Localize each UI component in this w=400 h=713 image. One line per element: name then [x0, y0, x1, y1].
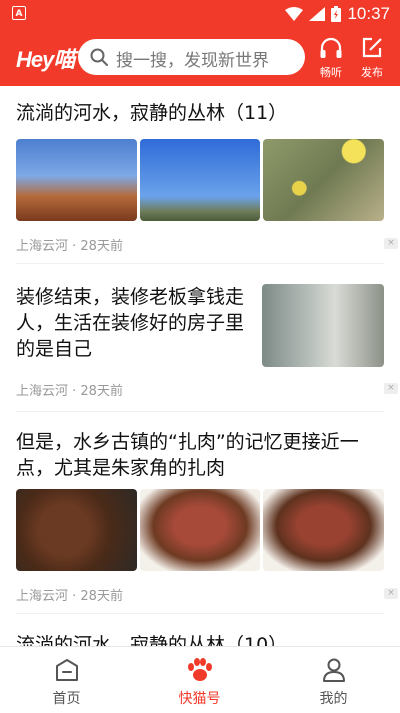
feed-item[interactable]: 流淌的河水，寂静的丛林（11）	[16, 100, 384, 126]
tab-kuaimao[interactable]: 快猫号	[133, 647, 266, 713]
paw-icon	[187, 658, 212, 681]
feed-image-sky[interactable]	[140, 139, 260, 221]
person-icon	[322, 658, 345, 682]
dismiss-button[interactable]: ×	[384, 588, 398, 599]
tab-home[interactable]: 首页	[0, 647, 133, 713]
dismiss-button[interactable]: ×	[384, 238, 398, 249]
search-icon	[90, 48, 108, 66]
feed-image-flowers[interactable]	[263, 139, 384, 221]
clock: 10:37	[347, 4, 390, 23]
feed-item[interactable]: 流淌的河水，寂静的丛林（10）	[16, 632, 384, 646]
search-input[interactable]: 搜一搜，发现新世界	[78, 39, 305, 75]
publish-button[interactable]: 发布	[354, 37, 390, 79]
divider	[16, 613, 384, 614]
news-feed[interactable]: 流淌的河水，寂静的丛林（11） 上海云河 · 28天前 × 装修结束，装修老板拿…	[0, 86, 400, 646]
feed-image-zharou[interactable]	[140, 489, 260, 571]
feed-image-meat-plate[interactable]	[16, 489, 137, 571]
home-icon	[55, 659, 78, 681]
bottom-tab-bar: 首页 快猫号 我的	[0, 646, 400, 713]
feed-image-zharou-2[interactable]	[263, 489, 384, 571]
divider	[16, 411, 384, 412]
dismiss-button[interactable]: ×	[384, 383, 398, 394]
wifi-icon	[285, 7, 304, 21]
tab-me-label: 我的	[319, 691, 348, 707]
feed-item-meta: 上海云河 · 28天前	[16, 589, 123, 604]
feed-item-title: 但是，水乡古镇的“扎肉”的记忆更接近一点，尤其是朱家角的扎肉	[16, 431, 359, 479]
listen-button[interactable]: 畅听	[313, 37, 349, 79]
tab-home-label: 首页	[52, 691, 81, 707]
listen-label: 畅听	[320, 66, 342, 79]
tab-kuaimao-label: 快猫号	[178, 691, 221, 707]
feed-item-meta: 上海云河 · 28天前	[16, 384, 123, 399]
feed-image-tree-sky[interactable]	[16, 139, 137, 221]
battery-icon	[331, 6, 342, 22]
feed-image-kitchen[interactable]	[262, 284, 384, 367]
signal-icon	[309, 7, 326, 21]
status-bar: A 10:37	[0, 0, 400, 28]
feed-item-title: 流淌的河水，寂静的丛林（10）	[16, 634, 288, 646]
notification-icon: A	[12, 6, 26, 20]
app-header: Hey喵 搜一搜，发现新世界 畅听 发布	[0, 28, 400, 86]
divider	[16, 263, 384, 264]
app-logo: Hey喵	[16, 47, 75, 72]
tab-me[interactable]: 我的	[267, 647, 400, 713]
feed-item-title: 装修结束，装修老板拿钱走人，生活在装修好的房子里的是自己	[16, 286, 245, 360]
feed-item-meta: 上海云河 · 28天前	[16, 239, 123, 254]
search-placeholder: 搜一搜，发现新世界	[116, 51, 269, 71]
publish-label: 发布	[361, 66, 383, 79]
edit-icon	[362, 37, 382, 58]
feed-item[interactable]: 装修结束，装修老板拿钱走人，生活在装修好的房子里的是自己	[16, 284, 246, 362]
headphones-icon	[320, 37, 342, 58]
feed-item[interactable]: 但是，水乡古镇的“扎肉”的记忆更接近一点，尤其是朱家角的扎肉	[16, 429, 384, 481]
status-right: 10:37	[285, 3, 390, 25]
feed-item-title: 流淌的河水，寂静的丛林（11）	[16, 102, 288, 124]
